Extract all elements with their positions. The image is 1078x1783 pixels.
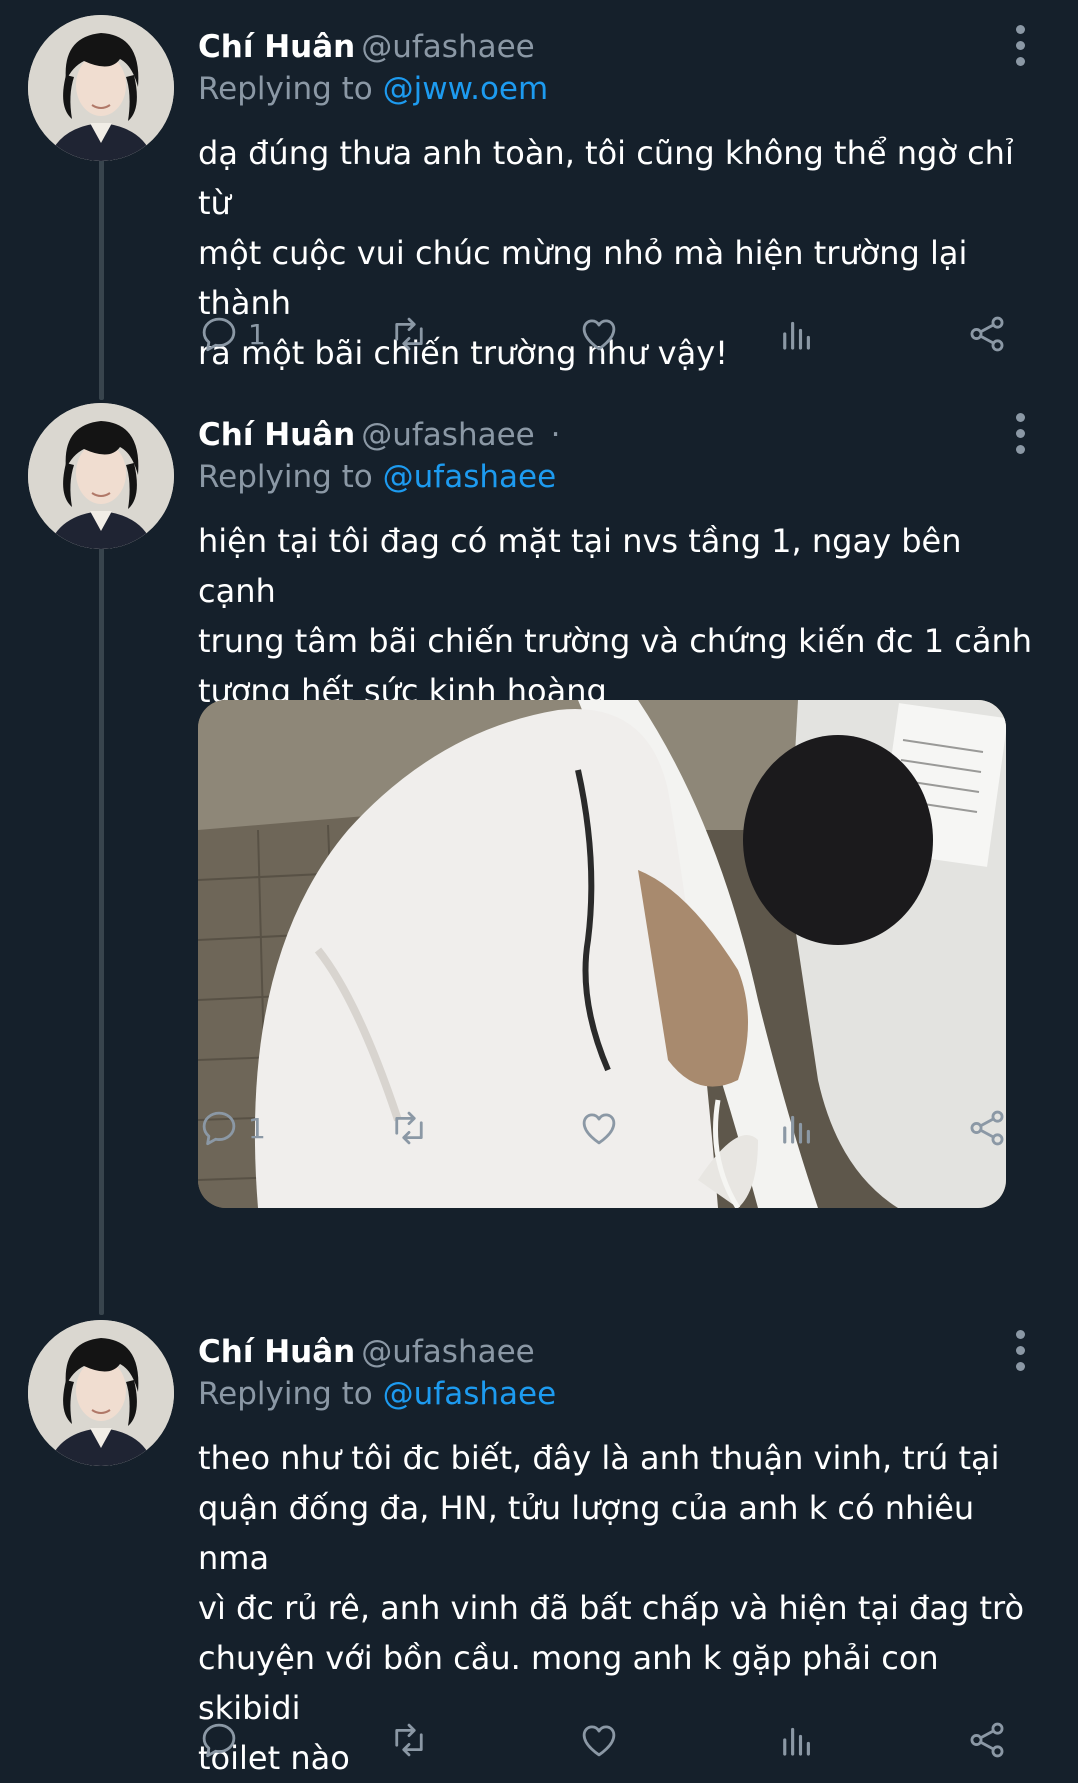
share-button[interactable] [966,1103,1008,1153]
reply-button[interactable]: 1 [198,1103,266,1153]
tweet[interactable]: Chí Huân @ufashaee · Replying to @ufashae… [0,403,1078,1283]
retweet-icon [395,317,423,351]
analytics-icon [783,321,810,350]
tweet-text: hiện tại tôi đag có mặt tại nvs tầng 1, … [198,516,1048,716]
share-icon [970,1110,1004,1146]
share-button[interactable] [966,1715,1008,1765]
username[interactable]: @ufashaee [361,1334,535,1370]
share-icon [970,1722,1004,1758]
retweet-icon [395,1111,423,1145]
username[interactable]: @ufashaee [361,29,535,65]
tweet-text-line: theo như tôi đc biết, đây là anh thuận v… [198,1439,1000,1477]
more-icon[interactable] [1008,1330,1032,1374]
replying-to-label: Replying to [198,459,373,495]
heart-icon [582,319,616,351]
avatar-image [28,1320,174,1466]
reply-button[interactable] [198,1715,248,1765]
retweet-button[interactable] [388,1715,430,1765]
reply-icon [202,1111,236,1146]
like-button[interactable] [578,1103,620,1153]
replying-to: Replying to @jww.oem [198,71,548,107]
retweet-icon [395,1723,423,1757]
like-button[interactable] [578,1715,620,1765]
like-button[interactable] [578,309,620,359]
reply-count: 1 [248,1111,266,1145]
handle-separator: · [550,417,561,453]
tweet-text-line: hiện tại tôi đag có mặt tại nvs tầng 1, … [198,522,962,610]
reply-button[interactable]: 1 [198,309,266,359]
tweet-text-line: dạ đúng thưa anh toàn, tôi cũng không th… [198,134,1014,222]
tweet[interactable]: Chí Huân @ufashaee Replying to @ufashaee … [0,1320,1078,1777]
avatar[interactable] [28,1320,174,1466]
username[interactable]: @ufashaee [361,417,535,453]
share-icon [970,316,1004,352]
replying-to: Replying to @ufashaee [198,1376,556,1412]
tweet-header: Chí Huân @ufashaee · [198,417,560,453]
tweet[interactable]: Chí Huân @ufashaee Replying to @jww.oem d… [0,15,1078,372]
avatar[interactable] [28,15,174,161]
share-button[interactable] [966,309,1008,359]
more-icon[interactable] [1008,25,1032,69]
replying-to-mention[interactable]: @jww.oem [383,71,549,107]
replying-to: Replying to @ufashaee [198,459,556,495]
more-icon[interactable] [1008,413,1032,457]
avatar-image [28,15,174,161]
tweet-header: Chí Huân @ufashaee [198,1334,541,1370]
views-button[interactable] [776,1103,818,1153]
action-bar [198,1715,1018,1765]
action-bar: 1 [198,1103,1018,1153]
replying-to-label: Replying to [198,71,373,107]
views-button[interactable] [776,1715,818,1765]
avatar[interactable] [28,403,174,549]
heart-icon [582,1113,616,1145]
avatar-image [28,403,174,549]
tweet-header: Chí Huân @ufashaee [198,29,541,65]
heart-icon [582,1725,616,1757]
display-name[interactable]: Chí Huân [198,1334,355,1370]
retweet-button[interactable] [388,309,430,359]
display-name[interactable]: Chí Huân [198,29,355,65]
tweet-text-line: quận đống đa, HN, tửu lượng của anh k có… [198,1489,975,1577]
reply-count: 1 [248,317,266,351]
analytics-icon [783,1727,810,1756]
replying-to-mention[interactable]: @ufashaee [383,459,557,495]
replying-to-mention[interactable]: @ufashaee [383,1376,557,1412]
replying-to-label: Replying to [198,1376,373,1412]
analytics-icon [783,1115,810,1144]
action-bar: 1 [198,309,1018,359]
views-button[interactable] [776,309,818,359]
retweet-button[interactable] [388,1103,430,1153]
reply-icon [202,317,236,352]
reply-icon [202,1723,236,1758]
tweet-text-line: vì đc rủ rê, anh vinh đã bất chấp và hiệ… [198,1589,1025,1627]
display-name[interactable]: Chí Huân [198,417,355,453]
tweet-text-line: trung tâm bãi chiến trường và chứng kiến… [198,622,1033,660]
